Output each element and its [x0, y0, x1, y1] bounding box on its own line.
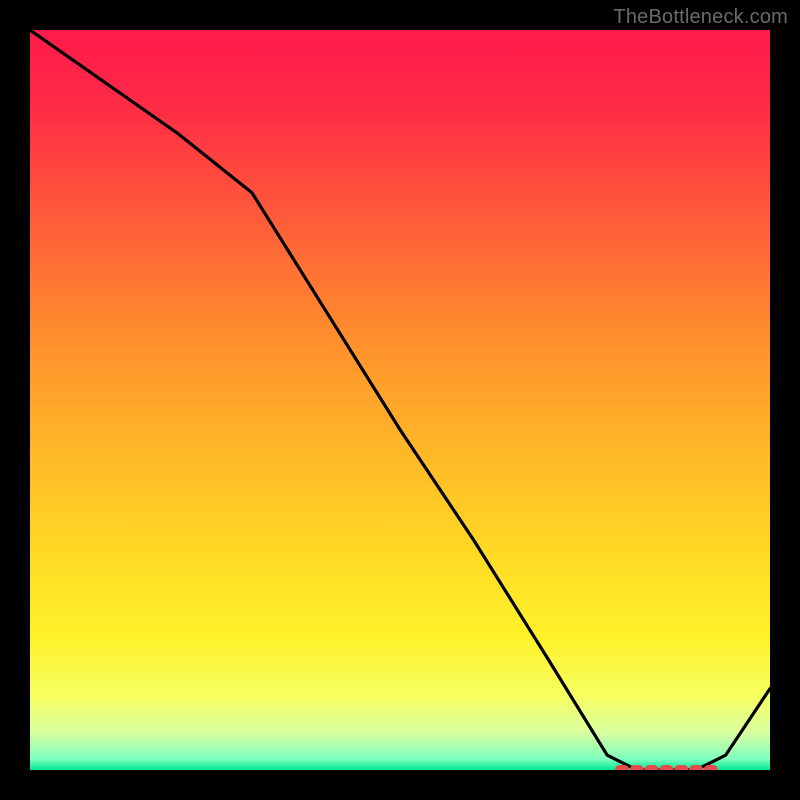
curve-layer [30, 30, 770, 770]
data-marker [704, 765, 718, 770]
data-marker [645, 765, 659, 770]
chart-frame: TheBottleneck.com [0, 0, 800, 800]
data-marker [689, 765, 703, 770]
data-marker [615, 765, 629, 770]
attribution-text: TheBottleneck.com [613, 6, 788, 29]
data-marker [674, 765, 688, 770]
series-curve [30, 30, 770, 770]
data-marker [659, 765, 673, 770]
plot-area [30, 30, 770, 770]
data-marker [630, 765, 644, 770]
